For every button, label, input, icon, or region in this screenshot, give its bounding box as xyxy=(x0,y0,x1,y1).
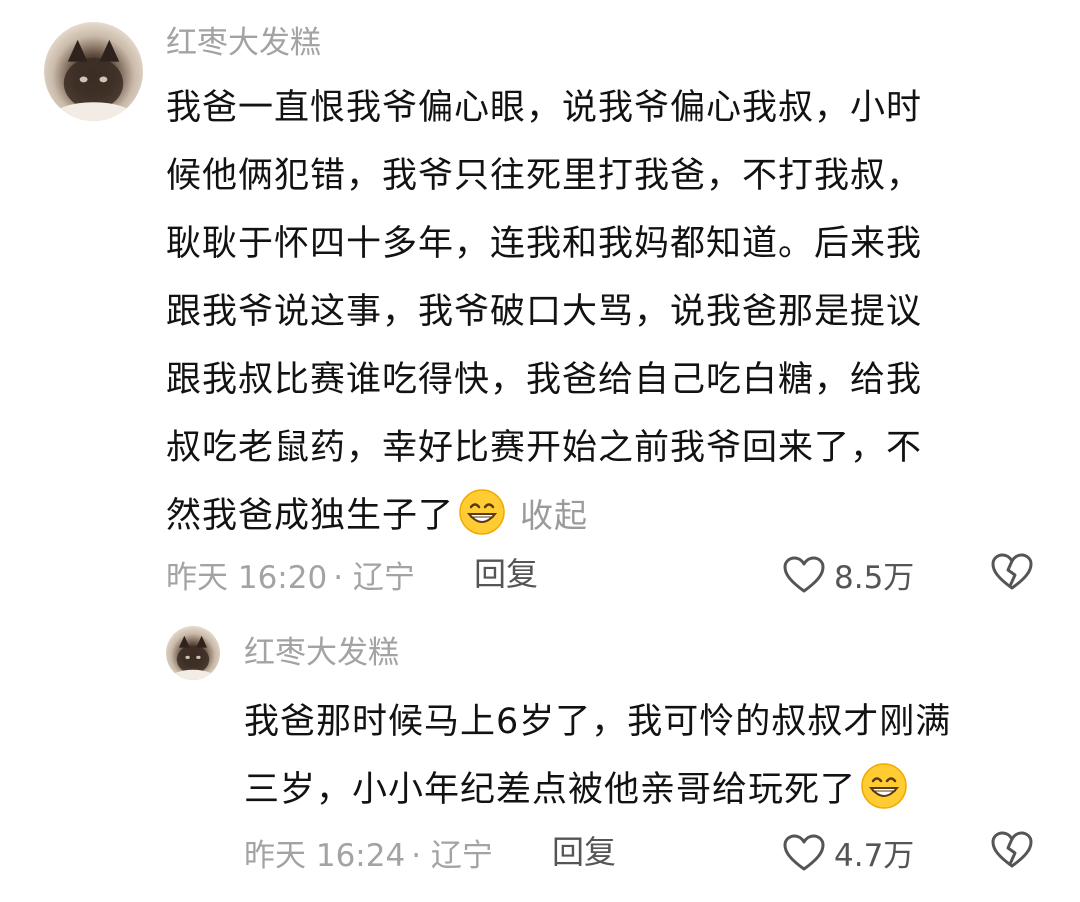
heart-icon xyxy=(783,834,825,870)
text-line: 耿耿于怀四十多年，连我和我妈都知道。后来我 xyxy=(166,224,923,264)
comment-text: 我爸那时候马上6岁了，我可怜的叔叔才刚满 三岁，小小年纪差点被他亲哥给玩死了 xyxy=(244,688,951,824)
text-line: 我爸一直恨我爷偏心眼，说我爷偏心我叔，小时 xyxy=(166,88,923,128)
like-count: 4.7万 xyxy=(834,838,915,874)
text-line: 我爸那时候马上6岁了，我可怜的叔叔才刚满 xyxy=(244,702,952,742)
avatar[interactable] xyxy=(44,22,143,121)
grinning-face-emoji-icon xyxy=(861,763,907,809)
comment-meta: 昨天 16:20 · 辽宁 xyxy=(166,552,415,596)
text-line: 跟我叔比赛谁吃得快，我爸给自己吃白糖，给我 xyxy=(166,360,923,400)
comment-thread: 红枣大发糕 我爸一直恨我爷偏心眼，说我爷偏心我叔，小时 候他俩犯错，我爷只往死里… xyxy=(0,0,1080,902)
location: · 辽宁 xyxy=(333,559,415,596)
username[interactable]: 红枣大发糕 xyxy=(244,638,399,669)
grinning-face-emoji-icon xyxy=(459,489,505,535)
text-line: 三岁，小小年纪差点被他亲哥给玩死了 xyxy=(244,770,857,810)
text-line: 然我爸成独生子了 xyxy=(166,496,455,536)
broken-heart-icon xyxy=(991,553,1033,590)
text-line: 跟我爷说这事，我爷破口大骂，说我爸那是提议 xyxy=(166,292,923,332)
collapse-link[interactable]: 收起 xyxy=(520,496,588,535)
timestamp: 昨天 16:24 xyxy=(244,837,406,874)
location: · 辽宁 xyxy=(411,837,493,874)
reply-button[interactable]: 回复 xyxy=(474,558,538,590)
text-line: 叔吃老鼠药，幸好比赛开始之前我爷回来了，不 xyxy=(166,428,923,468)
comment-meta: 昨天 16:24 · 辽宁 xyxy=(244,830,493,874)
like-count: 8.5万 xyxy=(834,560,915,596)
dislike-button[interactable] xyxy=(990,552,1034,592)
broken-heart-icon xyxy=(991,831,1033,868)
reply-button[interactable]: 回复 xyxy=(552,836,616,868)
text-line-last: 然我爸成独生子了 收起 xyxy=(166,482,922,550)
cat-avatar-icon xyxy=(171,635,215,680)
dislike-button[interactable] xyxy=(990,830,1034,870)
text-line: 候他俩犯错，我爷只往死里打我爸，不打我叔， xyxy=(166,156,923,196)
text-line-last: 三岁，小小年纪差点被他亲哥给玩死了 xyxy=(244,756,951,824)
comment-text: 我爸一直恨我爷偏心眼，说我爷偏心我叔，小时 候他俩犯错，我爷只往死里打我爸，不打… xyxy=(166,74,922,550)
like-button[interactable]: 8.5万 xyxy=(782,552,914,597)
heart-icon xyxy=(783,556,825,592)
avatar[interactable] xyxy=(166,626,220,680)
username[interactable]: 红枣大发糕 xyxy=(166,28,321,59)
cat-avatar-icon xyxy=(53,39,134,121)
like-button[interactable]: 4.7万 xyxy=(782,830,914,875)
timestamp: 昨天 16:20 xyxy=(166,559,328,596)
